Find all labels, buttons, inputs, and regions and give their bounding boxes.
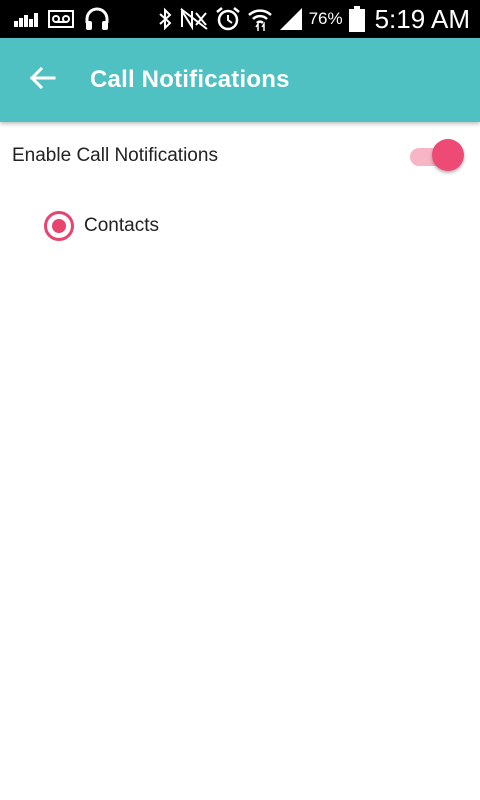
headphones-icon: [84, 7, 110, 31]
contacts-radio[interactable]: [44, 211, 74, 241]
enable-call-notifications-toggle[interactable]: [410, 139, 464, 173]
cell-signal-icon: [279, 7, 303, 31]
app-bar: Call Notifications: [0, 38, 480, 122]
status-bar: 76% 5:19 AM: [0, 0, 480, 38]
enable-call-notifications-label: Enable Call Notifications: [12, 145, 218, 166]
arrow-back-icon: [28, 66, 56, 95]
radio-selected-dot: [52, 219, 66, 233]
contacts-option-row[interactable]: Contacts: [44, 206, 159, 246]
voicemail-icon: [48, 10, 74, 28]
back-button[interactable]: [18, 56, 66, 104]
signal-bars-icon: [14, 11, 38, 27]
wifi-icon: [247, 7, 273, 31]
toggle-thumb: [432, 139, 464, 171]
enable-call-notifications-row[interactable]: Enable Call Notifications: [0, 124, 480, 188]
battery-percent: 76%: [308, 9, 343, 28]
page-title: Call Notifications: [90, 66, 290, 93]
nfc-muted-icon: [179, 7, 209, 31]
status-time: 5:19 AM: [374, 3, 470, 34]
battery-icon: [348, 6, 365, 32]
bluetooth-icon: [157, 7, 173, 31]
contacts-label: Contacts: [84, 215, 159, 236]
alarm-icon: [215, 6, 241, 32]
